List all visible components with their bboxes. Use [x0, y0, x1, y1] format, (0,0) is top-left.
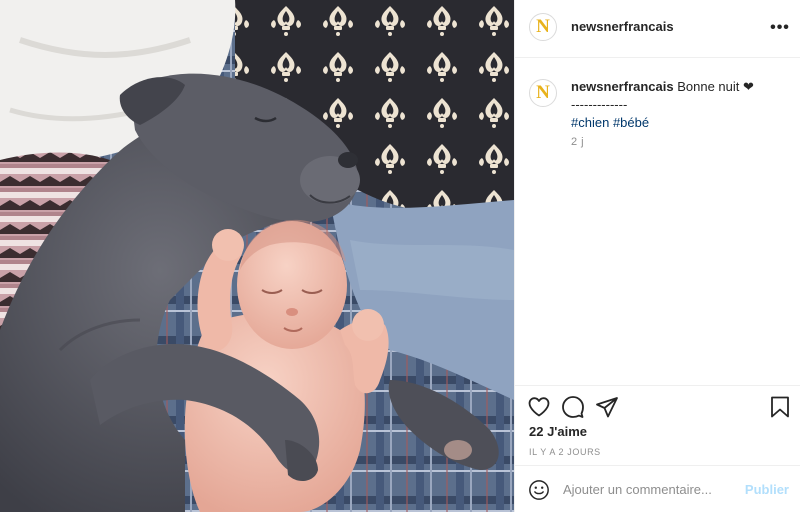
smiley-face-icon[interactable] [528, 479, 550, 501]
post-actions: 22 J'aime IL Y A 2 JOURS [515, 385, 800, 465]
caption-divider: ------------- [571, 97, 628, 112]
comment-input[interactable] [563, 479, 733, 499]
post-side-panel: N newsnerfrancais ••• N newsnerfrancais … [514, 0, 800, 512]
post-date[interactable]: IL Y A 2 JOURS [529, 447, 601, 457]
caption-body: newsnerfrancais Bonne nuit ❤ -----------… [571, 78, 786, 132]
caption-avatar-logo: N [536, 82, 550, 103]
comment-bubble-icon[interactable] [561, 395, 585, 419]
post-header: N newsnerfrancais ••• [515, 0, 800, 58]
heart-icon[interactable] [527, 395, 551, 419]
comment-form: Publier [515, 465, 800, 512]
instagram-post: N newsnerfrancais ••• N newsnerfrancais … [0, 0, 800, 512]
caption-text: Bonne nuit ❤ [677, 79, 754, 94]
paper-plane-icon[interactable] [595, 395, 619, 419]
hashtag-link[interactable]: #chien [571, 115, 609, 130]
username-link[interactable]: newsnerfrancais [571, 19, 674, 34]
hashtags: #chien #bébé [571, 114, 786, 132]
caption-avatar[interactable]: N [529, 79, 557, 107]
more-horizontal-icon[interactable]: ••• [769, 18, 791, 38]
photo-illustration [0, 0, 514, 512]
post-photo[interactable] [0, 0, 514, 512]
likes-count[interactable]: 22 J'aime [529, 424, 587, 439]
bookmark-icon[interactable] [768, 395, 792, 419]
avatar[interactable]: N [529, 13, 557, 41]
avatar-logo: N [536, 16, 550, 37]
caption-time-ago[interactable]: 2 j [571, 136, 584, 148]
hashtag-link[interactable]: #bébé [613, 115, 649, 130]
publish-button[interactable]: Publier [745, 482, 789, 497]
caption-username-link[interactable]: newsnerfrancais [571, 79, 674, 94]
